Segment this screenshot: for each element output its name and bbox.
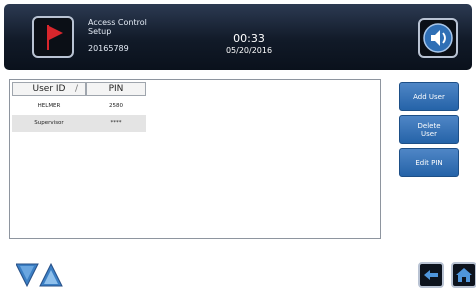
- table-row[interactable]: HELMER 2580: [12, 98, 146, 115]
- column-separator: /: [75, 84, 79, 94]
- serial-number: 20165789: [88, 44, 129, 53]
- user-table: User ID / PIN HELMER 2580 Supervisor ***…: [9, 79, 381, 239]
- back-button[interactable]: [418, 262, 444, 288]
- clock-time: 00:33: [233, 32, 265, 45]
- user-id-cell: Supervisor: [34, 120, 64, 126]
- edit-pin-button[interactable]: Edit PIN: [399, 148, 459, 177]
- sound-button[interactable]: [418, 18, 458, 58]
- screen-title: Access Control Setup: [88, 18, 147, 36]
- header-bar: Access Control Setup 20165789 00:33 05/2…: [4, 4, 472, 70]
- user-id-cell: HELMER: [37, 103, 61, 109]
- alarm-flag-button[interactable]: [32, 16, 74, 58]
- delete-user-button[interactable]: Delete User: [399, 115, 459, 144]
- column-header-pin[interactable]: PIN: [86, 82, 146, 96]
- add-user-label: Add User: [413, 92, 445, 101]
- table-row[interactable]: Supervisor ****: [12, 115, 146, 132]
- flag-icon: [47, 25, 63, 50]
- add-user-button[interactable]: Add User: [399, 82, 459, 111]
- pin-cell: 2580: [109, 103, 123, 109]
- pin-cell: ****: [110, 120, 122, 126]
- triangle-nav-icon[interactable]: [15, 262, 74, 288]
- clock-date: 05/20/2016: [225, 46, 273, 55]
- navigation-arrows: [15, 262, 74, 292]
- speaker-icon: [423, 23, 453, 53]
- home-icon: [456, 268, 472, 282]
- column-header-user-id-label: User ID: [32, 84, 66, 94]
- column-header-user-id[interactable]: User ID /: [12, 82, 86, 96]
- home-button[interactable]: [451, 262, 476, 288]
- back-arrow-icon: [424, 270, 438, 280]
- delete-user-label: Delete User: [417, 121, 441, 138]
- edit-pin-label: Edit PIN: [415, 158, 443, 167]
